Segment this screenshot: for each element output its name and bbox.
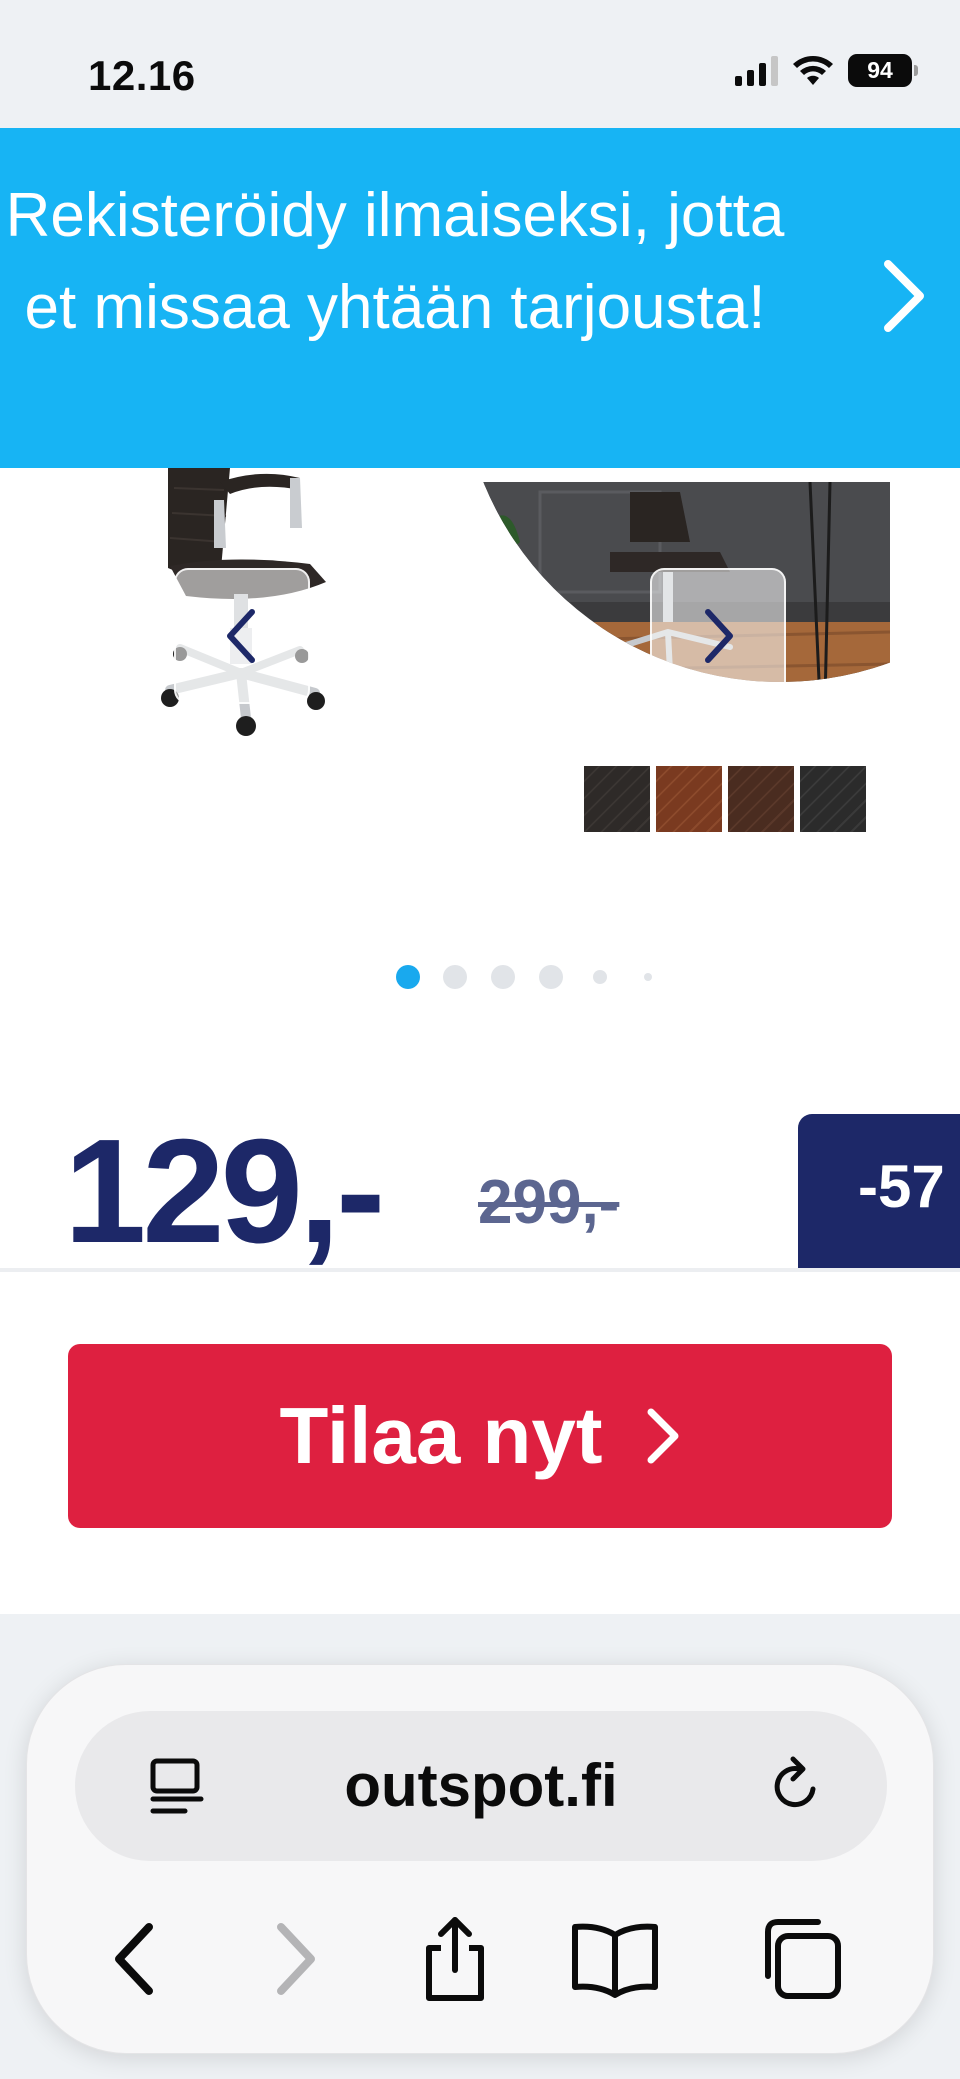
carousel-prev-button[interactable]: [174, 568, 310, 704]
cta-section: Tilaa nyt: [0, 1272, 960, 1614]
reader-icon[interactable]: [145, 1755, 209, 1819]
tabs-button[interactable]: [753, 1911, 849, 2007]
pagination-dot[interactable]: [644, 973, 652, 981]
chevron-right-icon: [647, 1408, 679, 1464]
bookmarks-button[interactable]: [567, 1911, 663, 2007]
back-button[interactable]: [87, 1911, 183, 2007]
browser-chrome: outspot.fi: [0, 1614, 960, 2079]
order-now-label: Tilaa nyt: [279, 1391, 603, 1480]
share-button[interactable]: [407, 1911, 503, 2007]
wifi-icon: [793, 55, 833, 85]
chevron-right-icon: [705, 609, 733, 663]
address-bar[interactable]: outspot.fi: [75, 1711, 887, 1861]
battery-level: 94: [867, 57, 893, 83]
pagination-dot[interactable]: [443, 965, 467, 989]
product-image-carousel[interactable]: [0, 468, 960, 1008]
status-indicators: 94: [735, 54, 918, 87]
status-time: 12.16: [88, 52, 196, 99]
pagination-dot[interactable]: [491, 965, 515, 989]
cellular-signal-icon: [735, 55, 778, 86]
chevron-left-icon: [227, 609, 255, 663]
tabs-icon: [765, 1919, 841, 1999]
browser-toolbar-panel: outspot.fi: [26, 1664, 934, 2054]
pagination-dot-active[interactable]: [396, 965, 420, 989]
screen: 12.16 94 Rekisteröidy ilmaiseksi, jotta …: [0, 0, 960, 2079]
pagination-dot[interactable]: [539, 965, 563, 989]
carousel-pagination: [0, 962, 960, 992]
swatch-dark-brown: [728, 766, 794, 832]
reload-icon[interactable]: [765, 1755, 829, 1819]
forward-button[interactable]: [247, 1911, 343, 2007]
register-promo-banner[interactable]: Rekisteröidy ilmaiseksi, jotta et missaa…: [0, 128, 960, 468]
original-price: 299,-: [478, 1168, 620, 1237]
carousel-next-button[interactable]: [650, 568, 786, 704]
current-price: 129,-: [64, 1109, 385, 1270]
browser-nav-toolbar: [27, 1889, 935, 2029]
forward-icon: [277, 1923, 315, 1995]
swatch-black: [584, 766, 650, 832]
price-section: 129,- 299,- -57: [0, 1008, 960, 1270]
pagination-dot[interactable]: [593, 970, 607, 984]
back-icon: [115, 1923, 153, 1995]
swatch-brown: [656, 766, 722, 832]
battery-icon: 94: [848, 54, 918, 87]
status-bar: 12.16 94: [0, 0, 960, 128]
share-icon: [426, 1917, 484, 2001]
bookmarks-icon: [572, 1923, 658, 1998]
discount-badge: -57: [798, 1114, 960, 1270]
swatch-dark-grey: [800, 766, 866, 832]
promo-text: Rekisteröidy ilmaiseksi, jotta et missaa…: [5, 181, 785, 342]
color-swatches: [584, 766, 866, 832]
chevron-right-icon: [884, 260, 924, 332]
order-now-button[interactable]: Tilaa nyt: [68, 1344, 892, 1528]
